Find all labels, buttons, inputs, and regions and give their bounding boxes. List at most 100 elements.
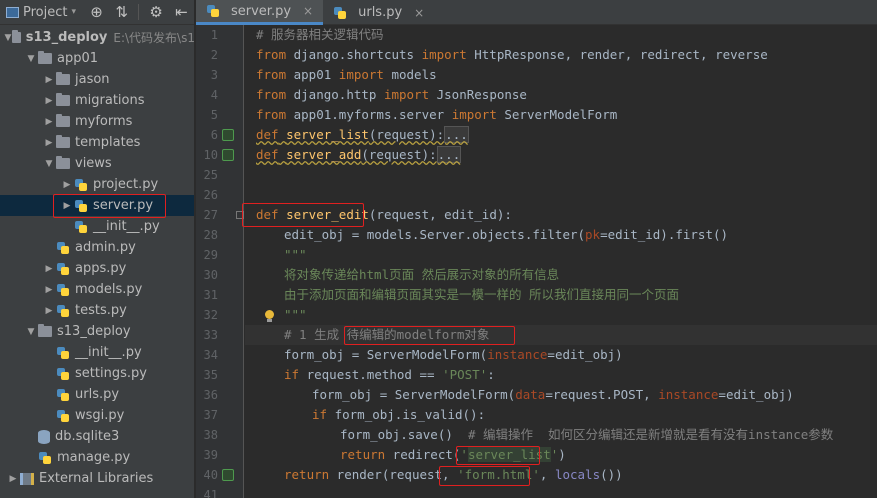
line-number: 2 — [210, 48, 218, 62]
close-icon[interactable]: × — [414, 6, 424, 20]
tab-label: urls.py — [358, 5, 403, 20]
line-number: 40 — [203, 468, 218, 482]
expand-arrow-right-icon[interactable]: ▶ — [60, 180, 74, 190]
code-line-31: 由于添加页面和编辑页面其实是一模一样的 所以我们直接用同一个页面 — [284, 287, 680, 302]
tree-item-label: __init__.py — [75, 345, 142, 360]
hide-panel-icon[interactable]: ⇤ — [169, 3, 194, 21]
tree-item[interactable]: ▼ s13_deploy E:\代码发布\s1 — [0, 27, 195, 48]
expand-arrow-right-icon[interactable]: ▶ — [42, 117, 56, 127]
tree-item[interactable]: ▶ migrations — [0, 90, 194, 111]
python-file-icon — [56, 367, 70, 381]
gear-icon[interactable]: ⚙ — [143, 3, 168, 21]
python-file-icon — [56, 304, 70, 318]
close-icon[interactable]: × — [303, 4, 313, 18]
line-number: 6 — [210, 128, 218, 142]
folder-icon — [56, 93, 70, 106]
tree-item[interactable]: manage.py — [0, 447, 194, 468]
expand-arrow-right-icon[interactable]: ▶ — [42, 138, 56, 148]
line-number: 37 — [203, 408, 218, 422]
tree-item-label: views — [75, 156, 112, 171]
tab-urls-py[interactable]: urls.py × — [323, 0, 434, 25]
expand-arrow-right-icon[interactable]: ▶ — [42, 285, 56, 295]
tree-item[interactable]: ▶ models.py — [0, 279, 194, 300]
tree-item-label: server.py — [93, 198, 154, 213]
python-file-icon — [74, 199, 88, 213]
expand-arrow-right-icon[interactable]: ▶ — [42, 75, 56, 85]
tree-item[interactable]: __init__.py — [0, 342, 194, 363]
tree-item[interactable]: __init__.py — [0, 216, 194, 237]
tree-item-label: migrations — [75, 93, 145, 108]
tree-item[interactable]: ▼ app01 — [0, 48, 194, 69]
code-line-29: """ — [284, 247, 307, 262]
python-file-icon — [56, 241, 70, 255]
expand-arrow-down-icon[interactable]: ▼ — [24, 327, 38, 337]
line-number: 28 — [203, 228, 218, 242]
target-icon[interactable]: ⊕ — [84, 3, 109, 21]
expand-arrow-down-icon[interactable]: ▼ — [42, 159, 56, 169]
folder-icon — [56, 135, 70, 148]
expand-arrow-down-icon[interactable]: ▼ — [24, 54, 38, 64]
tree-item[interactable]: ▼ s13_deploy — [0, 321, 194, 342]
tree-item[interactable]: ▶ server.py — [0, 195, 194, 216]
folder-icon — [38, 51, 52, 64]
override-marker-icon[interactable] — [222, 129, 234, 141]
project-view-selector[interactable]: Project ▾ — [6, 5, 84, 20]
project-toolbar: Project ▾ ⊕ ⇅ ⚙ ⇤ — [0, 0, 194, 25]
tree-item-label: db.sqlite3 — [55, 429, 120, 444]
override-marker-icon[interactable] — [222, 469, 234, 481]
tree-item[interactable]: ▶ templates — [0, 132, 194, 153]
database-icon — [38, 429, 50, 444]
tree-item[interactable]: ▶ myforms — [0, 111, 194, 132]
tree-item[interactable]: ▶ External Libraries — [0, 468, 194, 489]
project-path-hint: E:\代码发布\s1 — [113, 31, 195, 45]
tree-item[interactable]: settings.py — [0, 363, 194, 384]
tree-item-label: manage.py — [57, 450, 131, 465]
line-number: 34 — [203, 348, 218, 362]
expand-arrow-right-icon[interactable]: ▶ — [42, 306, 56, 316]
collapse-icon[interactable]: ⇅ — [109, 3, 134, 21]
lightbulb-icon[interactable] — [264, 310, 274, 322]
expand-arrow-down-icon[interactable]: ▼ — [4, 33, 13, 43]
folded-region[interactable]: ... — [444, 126, 469, 143]
tree-item[interactable]: ▶ apps.py — [0, 258, 194, 279]
tab-server-py[interactable]: server.py × — [196, 0, 324, 25]
line-number: 35 — [203, 368, 218, 382]
tree-item[interactable]: admin.py — [0, 237, 194, 258]
code-line-2: from django.shortcuts import HttpRespons… — [256, 47, 768, 62]
tree-item-label: urls.py — [75, 387, 120, 402]
python-file-icon — [333, 6, 347, 20]
tree-item[interactable]: ▶ jason — [0, 69, 194, 90]
python-file-icon — [74, 220, 88, 234]
fold-toggle-icon[interactable] — [236, 211, 244, 219]
tree-item-label: app01 — [57, 51, 99, 66]
tree-item-label: s13_deploy — [25, 30, 108, 45]
tree-item[interactable]: db.sqlite3 — [0, 426, 194, 447]
code-line-27: def server_edit(request, edit_id): — [256, 207, 512, 222]
code-line-33: # 1 生成 待编辑的modelform对象 — [284, 327, 490, 342]
override-marker-icon[interactable] — [222, 149, 234, 161]
python-file-icon — [56, 409, 70, 423]
code-line-1: # 服务器相关逻辑代码 — [256, 27, 384, 42]
folded-region[interactable]: ... — [436, 146, 462, 163]
line-number: 32 — [203, 308, 218, 322]
code-line-34: form_obj = ServerModelForm(instance=edit… — [284, 347, 623, 362]
tree-item[interactable]: ▶ project.py — [0, 174, 194, 195]
folder-icon — [56, 114, 70, 127]
code-line-28: edit_obj = models.Server.objects.filter(… — [284, 227, 729, 242]
tree-item[interactable]: ▼ views — [0, 153, 194, 174]
tree-item[interactable]: wsgi.py — [0, 405, 194, 426]
tree-item-label: tests.py — [75, 303, 127, 318]
line-number: 39 — [203, 448, 218, 462]
expand-arrow-right-icon[interactable]: ▶ — [42, 264, 56, 274]
code-line-39: return redirect('server_list') — [340, 447, 566, 462]
expand-arrow-right-icon[interactable]: ▶ — [60, 201, 74, 211]
expand-arrow-right-icon[interactable]: ▶ — [6, 474, 20, 484]
expand-arrow-right-icon[interactable]: ▶ — [42, 96, 56, 106]
python-file-icon — [74, 178, 88, 192]
folder-icon — [12, 30, 21, 43]
tree-item[interactable]: urls.py — [0, 384, 194, 405]
tree-item-label: __init__.py — [93, 219, 160, 234]
python-file-icon — [38, 451, 52, 465]
tab-label: server.py — [231, 3, 292, 19]
tree-item[interactable]: ▶ tests.py — [0, 300, 194, 321]
